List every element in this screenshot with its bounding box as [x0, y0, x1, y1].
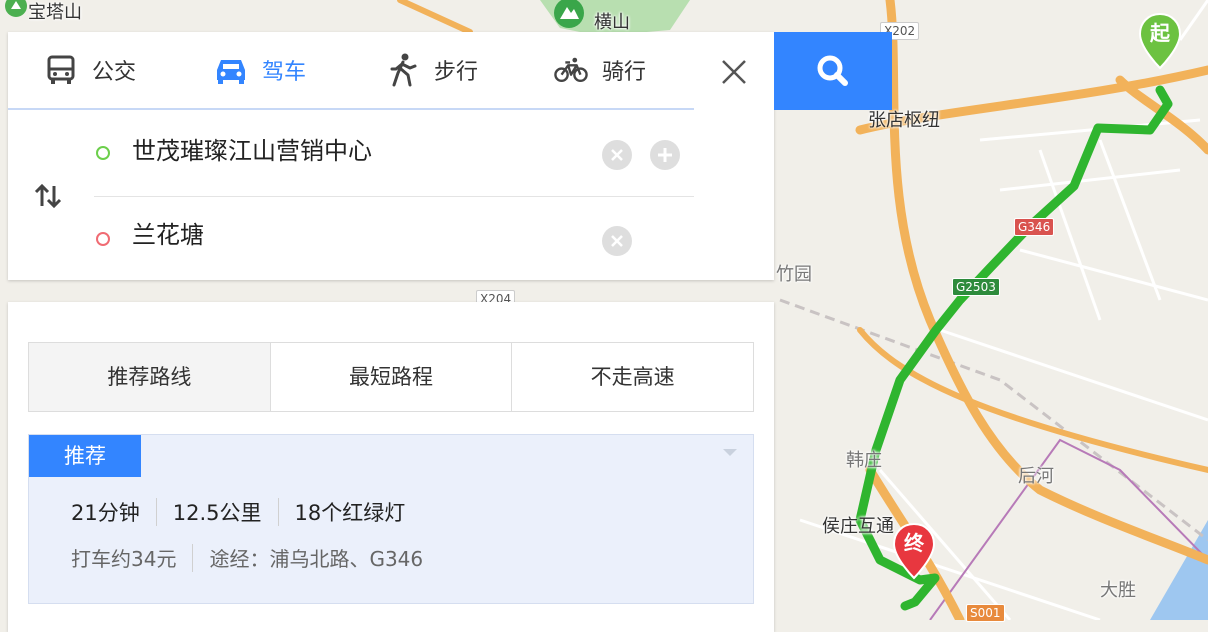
map-label-hanzhuang: 韩庄: [846, 450, 882, 471]
close-icon: [722, 60, 746, 84]
road-shield-s001: S001: [966, 604, 1005, 622]
route-traffic-lights: 18个红绿灯: [294, 501, 406, 525]
map-label-baotashan: 宝塔山: [28, 2, 82, 23]
tab-walk[interactable]: 步行: [386, 50, 478, 90]
tab-bike-label: 骑行: [602, 60, 647, 85]
divider: [277, 498, 279, 526]
map-label-zhuyuan: 竹园: [776, 264, 812, 285]
close-button[interactable]: [716, 54, 752, 90]
bike-icon: [554, 54, 588, 86]
start-dot-icon: [96, 146, 110, 160]
end-pin[interactable]: 终: [892, 522, 936, 580]
tab-bus[interactable]: 公交: [44, 50, 136, 90]
end-pin-label: 终: [904, 531, 924, 555]
start-place-input[interactable]: [132, 134, 572, 162]
taxi-fare: 打车约34元: [71, 547, 177, 571]
route-search-panel: 公交 驾车 步行 骑行: [8, 32, 774, 280]
poi-pin-icon: [5, 0, 27, 17]
route-preference-tabs: 推荐路线 最短路程 不走高速: [28, 342, 754, 412]
end-place-row: [94, 198, 694, 280]
route-distance: 12.5公里: [172, 501, 262, 525]
map-label-hengshan: 横山: [594, 12, 630, 33]
start-pin[interactable]: 起: [1138, 12, 1182, 70]
tab-walk-label: 步行: [434, 60, 479, 85]
mountain-icon: [554, 0, 584, 28]
travel-mode-tabs: 公交 驾车 步行 骑行: [8, 32, 694, 110]
divider: [192, 543, 194, 572]
clear-end-button[interactable]: [602, 226, 632, 256]
route-via: 途经：浦乌北路、G346: [209, 547, 424, 571]
tab-drive-label: 驾车: [262, 60, 307, 85]
route-option-card[interactable]: 推荐 21分钟 12.5公里 18个红绿灯 打车约34元 途经：浦乌北路、G34…: [28, 434, 754, 604]
chevron-down-icon[interactable]: [723, 449, 737, 456]
walk-icon: [386, 53, 420, 87]
start-place-row: [94, 110, 694, 197]
tab-avoid-highway[interactable]: 不走高速: [512, 343, 754, 411]
road-shield-g346: G346: [1014, 218, 1055, 236]
swap-arrows-icon: [34, 183, 62, 209]
route-extra-info: 打车约34元 途经：浦乌北路、G346: [71, 543, 423, 572]
bus-icon: [44, 54, 78, 86]
divider: [155, 498, 157, 526]
tab-recommended-route[interactable]: 推荐路线: [29, 343, 271, 411]
route-results-panel: 推荐路线 最短路程 不走高速 推荐 21分钟 12.5公里 18个红绿灯 打车约…: [8, 302, 774, 632]
tab-bike[interactable]: 骑行: [554, 50, 646, 90]
end-place-input[interactable]: [132, 218, 572, 246]
map-label-houhe: 后河: [1018, 466, 1054, 487]
add-waypoint-button[interactable]: [650, 140, 680, 170]
clear-start-button[interactable]: [602, 140, 632, 170]
clear-icon: [611, 235, 623, 247]
plus-icon: [658, 148, 672, 162]
route-stats: 21分钟 12.5公里 18个红绿灯: [71, 497, 405, 527]
search-button[interactable]: [774, 32, 892, 110]
car-icon: [214, 54, 248, 86]
clear-icon: [611, 149, 623, 161]
map-label-dasheng: 大胜: [1100, 580, 1136, 601]
tab-bus-label: 公交: [92, 60, 137, 85]
route-duration: 21分钟: [71, 501, 140, 525]
tab-shortest-distance[interactable]: 最短路程: [270, 343, 513, 411]
end-dot-icon: [96, 232, 110, 246]
recommended-badge: 推荐: [29, 435, 141, 477]
start-pin-label: 起: [1150, 21, 1170, 45]
road-shield-g2503: G2503: [952, 278, 1000, 296]
map-label-houzhuang: 侯庄互通: [822, 516, 894, 537]
tab-drive[interactable]: 驾车: [214, 50, 306, 90]
search-icon: [817, 55, 848, 86]
swap-button[interactable]: [30, 178, 66, 214]
